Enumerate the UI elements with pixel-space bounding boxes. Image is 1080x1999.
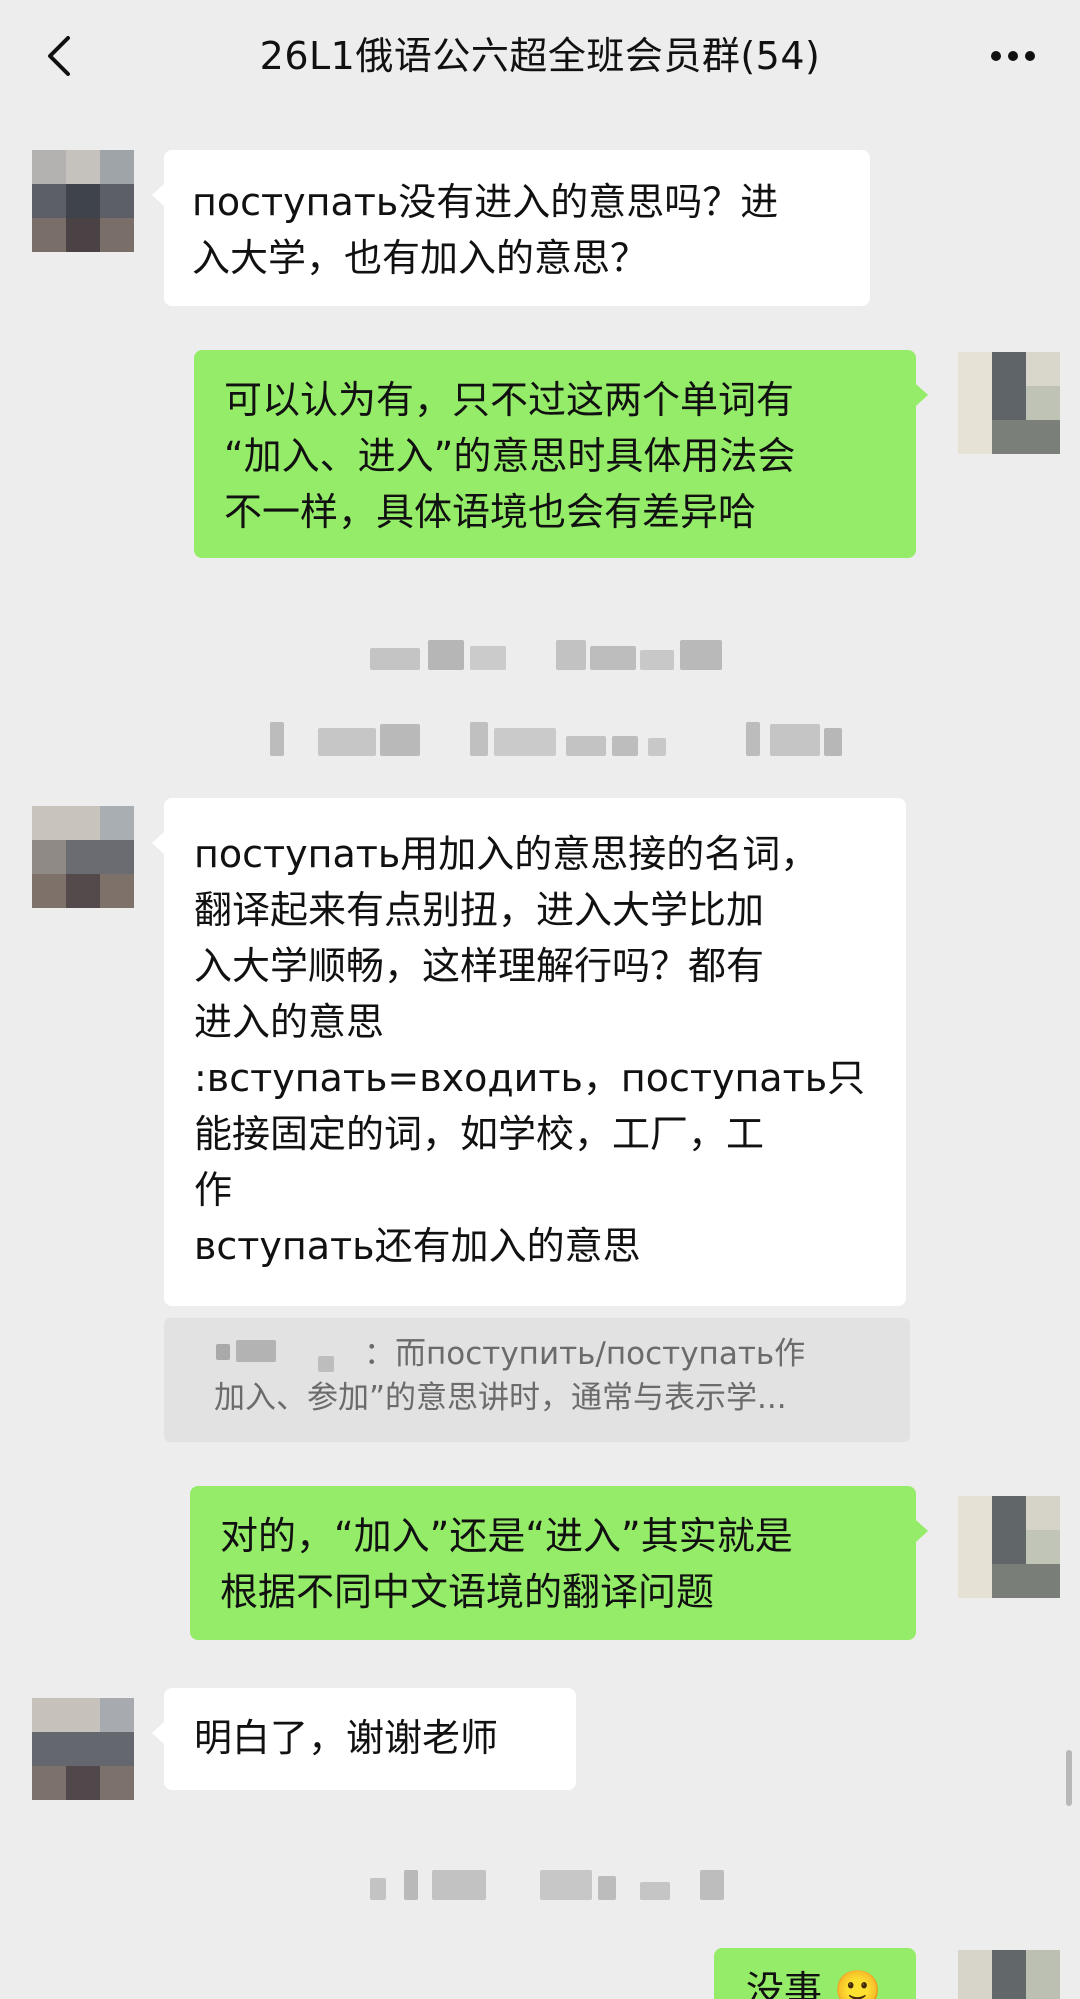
chevron-left-icon[interactable]	[38, 30, 82, 82]
chat-title: 26L1俄语公六超全班会员群(54)	[259, 34, 821, 78]
avatar[interactable]	[32, 150, 134, 252]
quoted-message[interactable]: ：而поступить/поступать作 加入、参加”的意思讲时，通常与表示…	[164, 1318, 910, 1442]
avatar[interactable]	[958, 352, 1060, 454]
message-bubble-outgoing[interactable]: 可以认为有，只不过这两个单词有 “加入、进入”的意思时具体用法会 不一样，具体语…	[194, 350, 928, 558]
message-bubble-outgoing[interactable]: 对的，“加入”还是“进入”其实就是 根据不同中文语境的翻译问题	[190, 1486, 928, 1640]
message-bubble-incoming[interactable]: 明白了，谢谢老师	[152, 1688, 576, 1790]
message-bubble-incoming[interactable]: поступать用加入的意思接的名词， 翻译起来有点别扭，进入大学比加 入大学…	[152, 798, 906, 1306]
quoted-text-line-1: ：而поступить/поступать作	[364, 1336, 806, 1372]
message-bubble-outgoing[interactable]: 没事 🙂	[714, 1948, 916, 1999]
avatar[interactable]	[958, 1496, 1060, 1598]
scrollbar[interactable]	[1066, 1750, 1072, 1806]
avatar[interactable]	[32, 1698, 134, 1800]
more-dots-icon[interactable]	[986, 34, 1040, 78]
avatar[interactable]	[958, 1950, 1060, 1999]
avatar[interactable]	[32, 806, 134, 908]
chat-header: 26L1俄语公六超全班会员群(54)	[0, 0, 1080, 112]
quoted-text-line-2: 加入、参加”的意思讲时，通常与表示学...	[214, 1380, 787, 1416]
message-bubble-incoming[interactable]: поступать没有进入的意思吗？进 入大学，也有加入的意思？	[152, 150, 870, 306]
